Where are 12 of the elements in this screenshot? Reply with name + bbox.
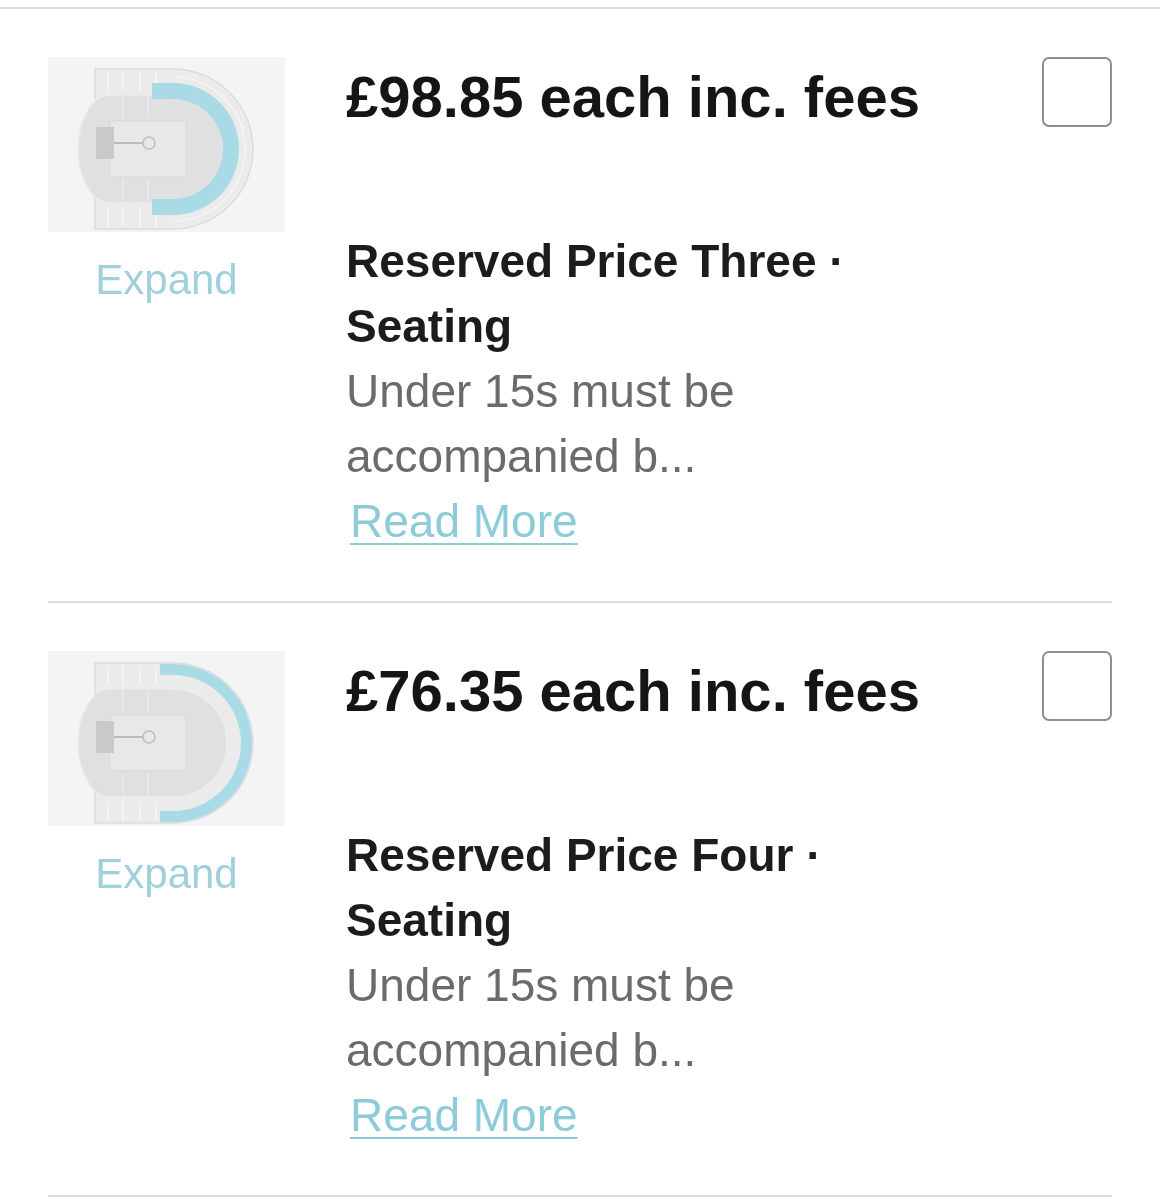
ticket-title: Reserved Price Three · Seating [346, 234, 846, 354]
expand-link[interactable]: Expand [95, 849, 238, 899]
checkbox[interactable] [1042, 651, 1112, 721]
read-more-link[interactable]: Read More [350, 495, 578, 547]
ticket-price: £76.35 each inc. fees [346, 657, 920, 725]
ticket-title: Reserved Price Four · Seating [346, 828, 823, 948]
ticket-description: Under 15s must be accompanied b... Read More [346, 364, 736, 549]
checkbox[interactable] [1042, 57, 1112, 127]
ticket-price: £98.85 each inc. fees [346, 63, 920, 131]
expand-link[interactable]: Expand [95, 255, 238, 305]
read-more-link[interactable]: Read More [350, 1089, 578, 1141]
ticket-description: Under 15s must be accompanied b... Read More [346, 958, 736, 1143]
